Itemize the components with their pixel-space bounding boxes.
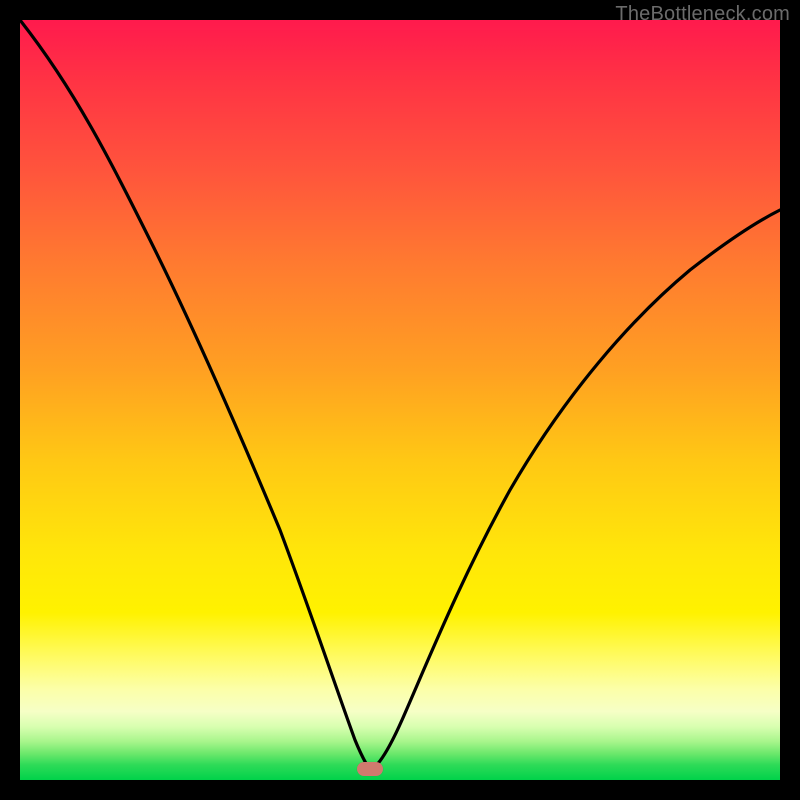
watermark-text: TheBottleneck.com: [615, 3, 790, 26]
gradient-plot-area: [20, 20, 780, 780]
curve-path: [20, 20, 780, 770]
minimum-marker: [357, 762, 383, 776]
chart-frame: TheBottleneck.com: [0, 0, 800, 800]
bottleneck-curve: [20, 20, 780, 780]
